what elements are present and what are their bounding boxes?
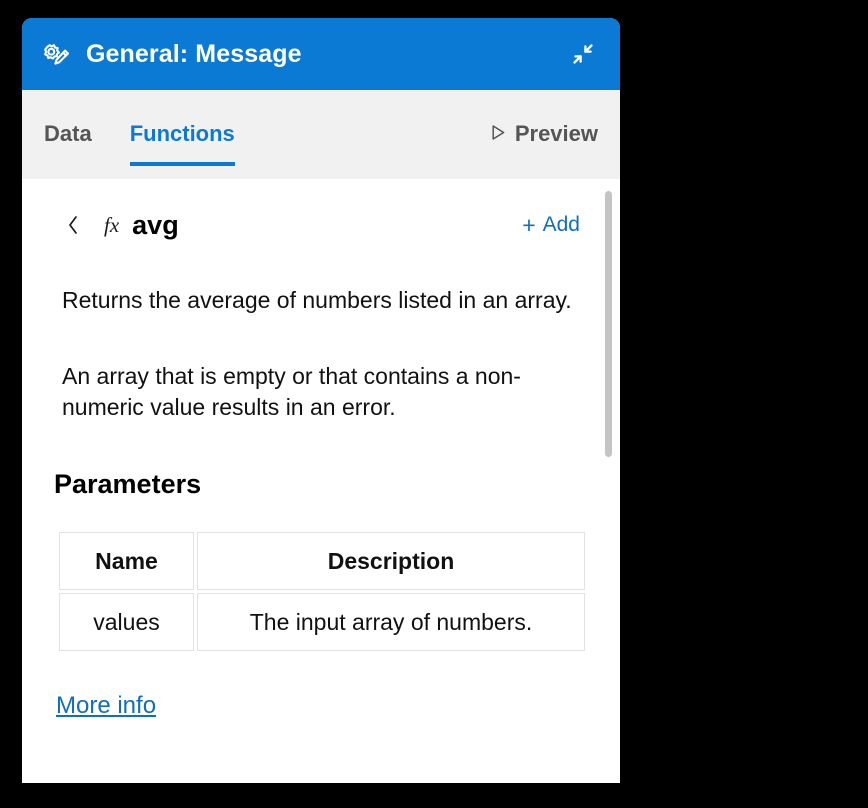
parameters-heading: Parameters	[54, 469, 202, 499]
content-scrollbar-thumb[interactable]	[605, 191, 612, 457]
fx-icon: fx	[104, 212, 120, 237]
chevron-left-icon[interactable]	[62, 215, 84, 235]
collapse-arrows-icon[interactable]	[566, 37, 600, 71]
function-name: avg	[132, 209, 179, 240]
preview-label: Preview	[514, 121, 598, 146]
add-button[interactable]: + Add	[522, 213, 580, 237]
parameter-description-cell: The input array of numbers.	[197, 593, 585, 651]
play-triangle-icon	[491, 121, 506, 147]
function-detail-content: fx avg + Add Returns the average of numb…	[22, 179, 620, 783]
function-description: Returns the average of numbers listed in…	[48, 285, 580, 423]
window-titlebar: General: Message	[22, 18, 620, 90]
column-header-description: Description	[197, 532, 585, 590]
more-info-link[interactable]: More info	[56, 692, 156, 720]
description-paragraph-1: Returns the average of numbers listed in…	[62, 287, 572, 313]
parameters-table: Name Description values The input array …	[56, 529, 588, 654]
content-scrollbar-track[interactable]	[605, 179, 613, 783]
preview-button[interactable]: Preview	[491, 90, 598, 147]
tab-functions[interactable]: Functions	[129, 90, 235, 166]
table-header-row: Name Description	[59, 532, 585, 590]
window-title: General: Message	[86, 39, 302, 68]
tab-bar: Data Functions Preview	[22, 90, 620, 179]
settings-edit-icon	[40, 37, 74, 71]
table-row: values The input array of numbers.	[59, 593, 585, 651]
add-button-label: Add	[542, 213, 580, 236]
function-editor-panel: General: Message Data Functions Preview …	[22, 18, 620, 783]
description-paragraph-2: An array that is empty or that contains …	[62, 363, 521, 420]
plus-icon: +	[522, 211, 536, 238]
parameter-name-cell: values	[59, 593, 194, 651]
function-header: fx avg + Add	[48, 205, 580, 245]
tab-data[interactable]: Data	[44, 90, 92, 147]
column-header-name: Name	[59, 532, 194, 590]
